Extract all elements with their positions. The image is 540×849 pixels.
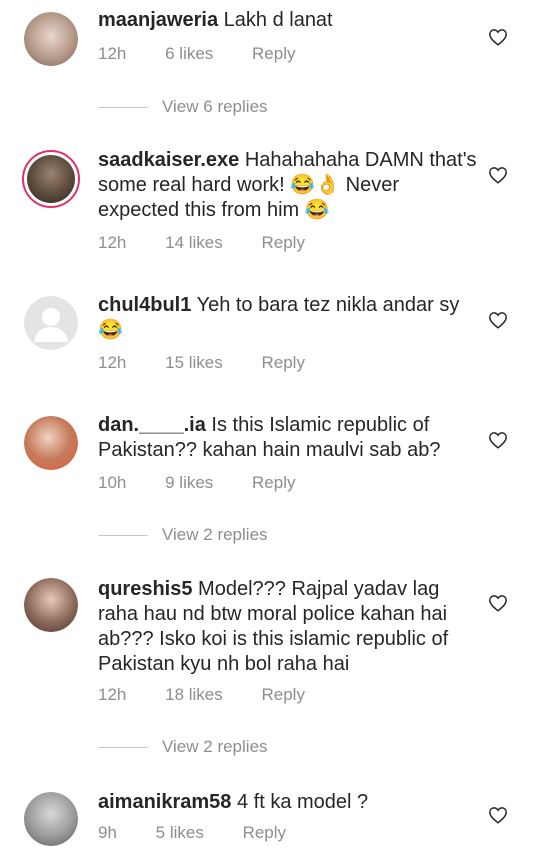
avatar[interactable] — [24, 296, 78, 350]
divider — [98, 746, 148, 748]
reply-button[interactable]: Reply — [243, 823, 286, 842]
reply-button[interactable]: Reply — [261, 353, 304, 372]
default-avatar-icon — [34, 308, 68, 342]
comment-time: 12h — [98, 353, 127, 372]
comment-likes[interactable]: 5 likes — [156, 823, 204, 842]
view-replies-button[interactable]: View 2 replies — [98, 525, 268, 545]
reply-button[interactable]: Reply — [252, 473, 295, 492]
comment-likes[interactable]: 6 likes — [165, 44, 213, 63]
heart-icon[interactable] — [488, 594, 508, 612]
view-replies-label[interactable]: View 6 replies — [162, 97, 268, 117]
heart-icon[interactable] — [488, 166, 508, 184]
comment-username[interactable]: saadkaiser.exe — [98, 149, 239, 171]
comment-username[interactable]: dan.____.ia — [98, 414, 206, 436]
reply-button[interactable]: Reply — [261, 233, 304, 252]
comment-likes[interactable]: 18 likes — [165, 685, 223, 704]
reply-button[interactable]: Reply — [261, 685, 304, 704]
comment-text: 4 ft ka model ? — [236, 791, 369, 813]
comment-likes[interactable]: 15 likes — [165, 353, 223, 372]
divider — [98, 106, 148, 108]
comment-text: Lakh d lanat — [223, 9, 333, 31]
avatar[interactable] — [22, 150, 80, 208]
comment-time: 9h — [98, 823, 117, 842]
avatar[interactable] — [24, 12, 78, 66]
heart-icon[interactable] — [488, 431, 508, 449]
view-replies-label[interactable]: View 2 replies — [162, 525, 268, 545]
comment-username[interactable]: aimanikram58 — [98, 791, 231, 813]
comment-username[interactable]: maanjaweria — [98, 9, 218, 31]
reply-button[interactable]: Reply — [252, 44, 295, 63]
avatar[interactable] — [24, 416, 78, 470]
comment-username[interactable]: chul4bul1 — [98, 294, 191, 316]
comment-time: 10h — [98, 473, 127, 492]
heart-icon[interactable] — [488, 28, 508, 46]
heart-icon[interactable] — [488, 311, 508, 329]
comment-time: 12h — [98, 233, 127, 252]
avatar[interactable] — [24, 792, 78, 846]
comment-time: 12h — [98, 44, 127, 63]
view-replies-label[interactable]: View 2 replies — [162, 737, 268, 757]
divider — [98, 534, 148, 536]
avatar[interactable] — [24, 578, 78, 632]
comment-time: 12h — [98, 685, 127, 704]
view-replies-button[interactable]: View 6 replies — [98, 97, 268, 117]
comment-username[interactable]: qureshis5 — [98, 578, 192, 600]
comment-likes[interactable]: 9 likes — [165, 473, 213, 492]
heart-icon[interactable] — [488, 806, 508, 824]
view-replies-button[interactable]: View 2 replies — [98, 737, 268, 757]
comment-likes[interactable]: 14 likes — [165, 233, 223, 252]
